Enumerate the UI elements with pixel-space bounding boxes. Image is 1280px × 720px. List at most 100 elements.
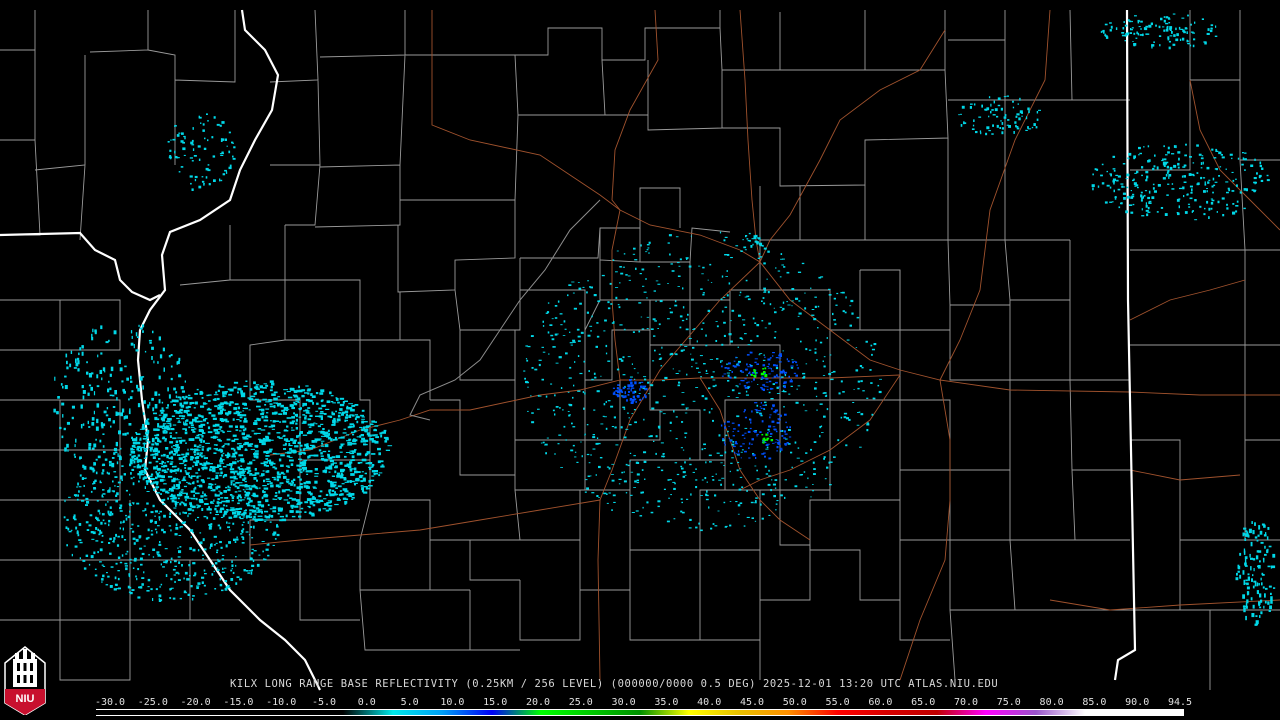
echo-pixel <box>276 525 279 528</box>
echo-pixel <box>973 103 976 106</box>
echo-pixel <box>341 411 346 414</box>
echo-pixel <box>125 415 128 419</box>
radar-map[interactable] <box>0 0 1280 720</box>
echo-pixel <box>615 444 619 446</box>
echo-pixel <box>183 402 188 405</box>
echo-pixel <box>324 503 329 506</box>
echo-pixel <box>1248 528 1252 534</box>
echo-pixel <box>94 574 98 577</box>
echo-pixel <box>227 388 233 391</box>
echo-pixel <box>180 411 183 414</box>
echo-pixel <box>1206 190 1208 193</box>
echo-pixel <box>165 490 168 494</box>
echo-pixel <box>204 503 209 505</box>
echo-pixel <box>1184 27 1188 30</box>
echo-pixel <box>1270 599 1273 604</box>
echo-pixel <box>787 304 791 306</box>
echo-pixel <box>659 300 663 303</box>
echo-pixel <box>734 365 737 368</box>
echo-pixel <box>242 410 245 412</box>
echo-pixel <box>1263 524 1266 528</box>
echo-pixel <box>1187 14 1189 17</box>
echo-pixel <box>961 105 965 109</box>
echo-pixel <box>135 441 141 445</box>
echo-pixel <box>216 123 220 126</box>
echo-pixel <box>639 398 642 401</box>
echo-pixel <box>644 378 647 381</box>
echo-pixel <box>1164 213 1168 216</box>
echo-pixel <box>166 468 169 471</box>
echo-pixel <box>776 500 779 502</box>
echo-pixel <box>66 518 69 521</box>
echo-pixel <box>758 354 761 356</box>
echo-pixel <box>715 321 718 322</box>
echo-pixel <box>781 435 784 437</box>
echo-pixel <box>646 501 649 504</box>
echo-pixel <box>1165 173 1168 177</box>
echo-pixel <box>781 391 785 392</box>
echo-pixel <box>737 365 740 367</box>
niu-tower-icon: NIU <box>4 646 46 716</box>
echo-pixel <box>856 424 860 426</box>
echo-pixel <box>97 551 99 554</box>
echo-pixel <box>195 497 198 501</box>
echo-pixel <box>738 360 741 363</box>
echo-pixel <box>295 400 299 402</box>
echo-pixel <box>285 480 290 482</box>
echo-pixel <box>78 523 82 526</box>
echo-pixel <box>541 346 544 348</box>
echo-pixel <box>1242 532 1245 537</box>
echo-pixel <box>251 564 255 567</box>
echo-pixel <box>180 166 184 168</box>
echo-pixel <box>1184 164 1187 167</box>
echo-pixel <box>1181 175 1184 178</box>
echo-pixel <box>312 401 314 405</box>
echo-pixel <box>184 380 186 383</box>
echo-pixel <box>330 485 333 487</box>
echo-pixel <box>1157 184 1161 187</box>
echo-pixel <box>857 412 860 413</box>
niu-logo[interactable]: NIU <box>3 645 47 716</box>
echo-pixel <box>114 390 117 395</box>
echo-pixel <box>137 454 141 457</box>
echo-pixel <box>184 137 186 140</box>
echo-pixel <box>318 495 322 498</box>
echo-pixel <box>1117 188 1121 191</box>
echo-pixel <box>212 517 216 520</box>
echo-pixel <box>113 537 116 540</box>
echo-pixel <box>640 385 643 388</box>
echo-pixel <box>1210 198 1213 200</box>
echo-pixel <box>615 296 618 299</box>
echo-pixel <box>646 244 650 246</box>
echo-pixel <box>141 426 145 430</box>
echo-pixel <box>216 549 219 552</box>
echo-pixel <box>213 570 215 573</box>
echo-pixel <box>615 394 619 396</box>
echo-pixel <box>383 429 387 432</box>
echo-pixel <box>1250 597 1253 601</box>
echo-pixel <box>177 437 182 439</box>
echo-pixel <box>107 501 109 503</box>
echo-pixel <box>219 510 223 513</box>
echo-pixel <box>219 467 223 471</box>
echo-pixel <box>70 529 73 531</box>
echo-pixel <box>1260 577 1262 581</box>
echo-pixel <box>1138 154 1140 156</box>
echo-pixel <box>765 444 767 446</box>
echo-pixel <box>826 466 829 469</box>
echo-pixel <box>1124 24 1128 27</box>
echo-pixel <box>745 369 747 371</box>
echo-pixel <box>173 453 176 455</box>
echo-pixel <box>182 456 186 458</box>
echo-pixel <box>236 512 240 516</box>
echo-pixel <box>191 598 194 601</box>
echo-pixel <box>190 585 193 588</box>
echo-pixel <box>105 503 107 506</box>
echo-pixel <box>861 366 864 369</box>
echo-pixel <box>1182 166 1186 168</box>
echo-pixel <box>344 455 347 458</box>
echo-pixel <box>629 460 631 462</box>
echo-pixel <box>648 435 651 438</box>
echo-pixel <box>744 427 748 429</box>
echo-pixel <box>1178 198 1181 200</box>
